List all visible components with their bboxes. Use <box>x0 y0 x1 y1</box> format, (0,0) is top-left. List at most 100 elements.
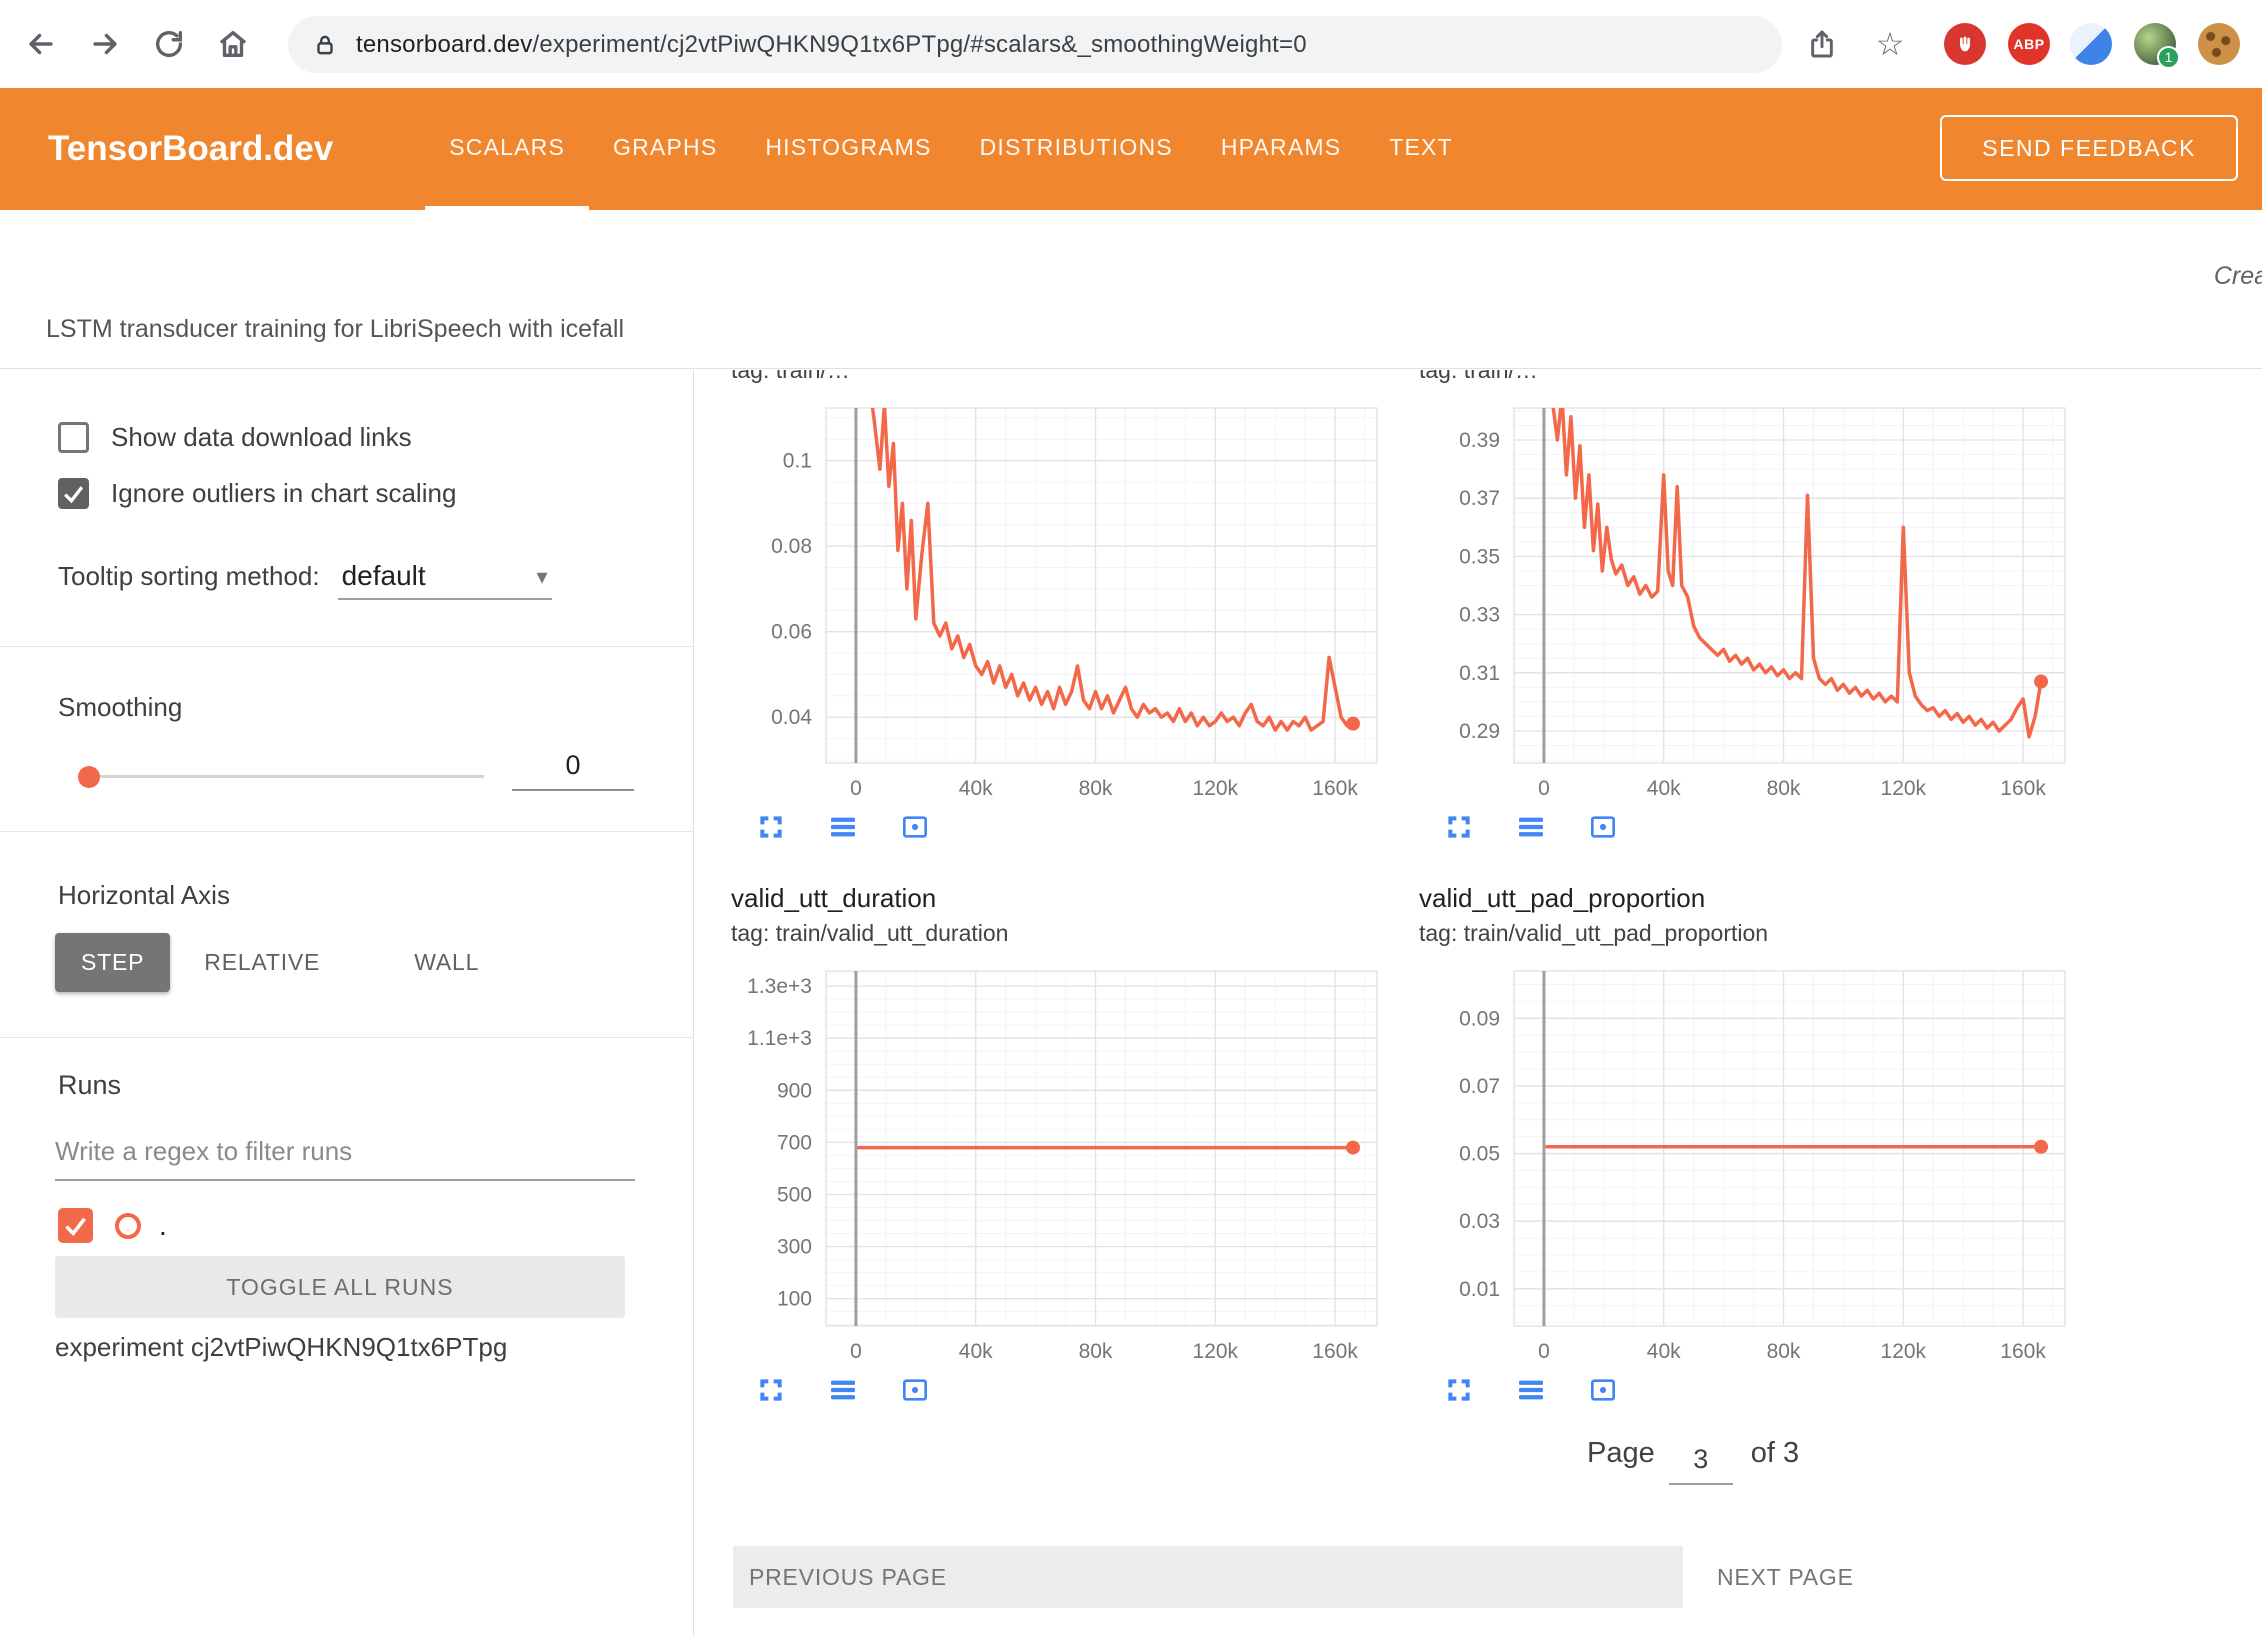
svg-text:40k: 40k <box>1647 1340 1681 1363</box>
fit-domain-button[interactable] <box>899 1372 935 1408</box>
tab-hparams[interactable]: HPARAMS <box>1197 88 1365 210</box>
data-series-button[interactable] <box>1515 1372 1551 1408</box>
expand-chart-button[interactable] <box>1443 809 1479 845</box>
send-feedback-button[interactable]: SEND FEEDBACK <box>1940 115 2238 181</box>
fit-domain-button[interactable] <box>899 809 935 845</box>
tooltip-sorting-dropdown[interactable]: default ▾ <box>338 558 552 600</box>
svg-text:900: 900 <box>777 1079 812 1102</box>
chart-title: valid_utt_duration <box>731 879 1403 917</box>
tab-distributions[interactable]: DISTRIBUTIONS <box>956 88 1197 210</box>
data-series-button[interactable] <box>1515 809 1551 845</box>
main-nav: SCALARS GRAPHS HISTOGRAMS DISTRIBUTIONS … <box>425 88 1477 210</box>
line-chart[interactable]: 040k80k120k160k0.010.030.050.070.09 <box>1419 963 2079 1368</box>
data-series-button[interactable] <box>827 1372 863 1408</box>
chart-card: valid_utt_pad_proportion tag: train/vali… <box>1419 879 2091 1408</box>
address-bar[interactable]: tensorboard.dev/experiment/cj2vtPiwQHKN9… <box>288 16 1782 73</box>
data-series-button[interactable] <box>827 809 863 845</box>
svg-text:40k: 40k <box>959 777 993 800</box>
tab-histograms[interactable]: HISTOGRAMS <box>741 88 955 210</box>
app-header: TensorBoard.dev SCALARS GRAPHS HISTOGRAM… <box>0 88 2262 210</box>
svg-text:40k: 40k <box>959 1340 993 1363</box>
chart-card: valid_utt_duration tag: train/valid_utt_… <box>731 879 1403 1408</box>
share-button[interactable] <box>1806 24 1846 64</box>
app-logo: TensorBoard.dev <box>48 129 333 169</box>
checkbox-unchecked[interactable] <box>58 422 89 453</box>
series-list-icon <box>827 811 859 843</box>
adblock-extension-icon[interactable] <box>1944 23 1986 65</box>
line-chart[interactable]: 040k80k120k160k1003005007009001.1e+31.3e… <box>731 963 1391 1368</box>
toggle-all-runs-button[interactable]: TOGGLE ALL RUNS <box>55 1256 625 1318</box>
ignore-outliers-checkbox-row[interactable]: Ignore outliers in chart scaling <box>58 478 456 509</box>
checkmark-icon <box>61 481 86 506</box>
divider <box>0 1037 693 1038</box>
page-number-input[interactable] <box>1669 1438 1733 1485</box>
page-label: Page <box>1587 1437 1655 1470</box>
expand-chart-button[interactable] <box>1443 1372 1479 1408</box>
smoothing-slider[interactable] <box>80 766 484 788</box>
run-color-swatch <box>115 1213 141 1239</box>
chart-tag: tag: train/… <box>731 370 1403 386</box>
fit-domain-button[interactable] <box>1587 809 1623 845</box>
svg-text:80k: 80k <box>1767 777 1801 800</box>
run-list-item[interactable]: . <box>58 1208 167 1243</box>
svg-text:0.03: 0.03 <box>1459 1210 1500 1233</box>
svg-text:0: 0 <box>850 777 862 800</box>
svg-text:0: 0 <box>1538 777 1550 800</box>
back-arrow-icon <box>24 27 58 61</box>
show-download-links-checkbox-row[interactable]: Show data download links <box>58 422 412 453</box>
next-page-button[interactable]: NEXT PAGE <box>1701 1546 1870 1608</box>
svg-text:160k: 160k <box>2000 1340 2046 1363</box>
star-icon: ☆ <box>1876 26 1905 62</box>
browser-home-button[interactable] <box>216 22 260 66</box>
svg-text:120k: 120k <box>1881 1340 1927 1363</box>
checkbox-label: Ignore outliers in chart scaling <box>111 478 456 509</box>
svg-text:80k: 80k <box>1079 777 1113 800</box>
smoothing-value-input[interactable] <box>512 746 634 791</box>
fit-domain-button[interactable] <box>1587 1372 1623 1408</box>
profile-avatar[interactable]: 1 <box>2134 23 2176 65</box>
smoothing-label: Smoothing <box>58 692 182 723</box>
svg-text:0.29: 0.29 <box>1459 720 1500 743</box>
tab-text[interactable]: TEXT <box>1365 88 1477 210</box>
expand-chart-button[interactable] <box>755 809 791 845</box>
line-chart[interactable]: 040k80k120k160k0.290.310.330.350.370.39 <box>1419 400 2079 805</box>
svg-text:0.06: 0.06 <box>771 621 812 644</box>
bookmark-star-button[interactable]: ☆ <box>1870 24 1910 64</box>
slider-thumb[interactable] <box>78 766 100 788</box>
series-list-icon <box>827 1374 859 1406</box>
axis-step-button[interactable]: STEP <box>55 933 170 992</box>
chart-title: valid_utt_pad_proportion <box>1419 879 2091 917</box>
slider-track[interactable] <box>80 775 484 778</box>
share-icon <box>1806 28 1838 60</box>
tab-graphs[interactable]: GRAPHS <box>589 88 741 210</box>
axis-wall-button[interactable]: WALL <box>388 933 505 992</box>
svg-text:0.08: 0.08 <box>771 535 812 558</box>
checkbox-label: Show data download links <box>111 422 412 453</box>
chevron-down-icon: ▾ <box>537 564 548 590</box>
blue-extension-icon[interactable] <box>2070 23 2112 65</box>
lock-icon <box>312 32 338 58</box>
runs-filter-input[interactable] <box>55 1130 635 1181</box>
expand-chart-button[interactable] <box>755 1372 791 1408</box>
created-text-truncated: Crea <box>2214 262 2262 291</box>
svg-text:0: 0 <box>850 1340 862 1363</box>
tab-scalars[interactable]: SCALARS <box>425 88 589 210</box>
divider <box>0 831 693 832</box>
checkbox-checked[interactable] <box>58 478 89 509</box>
run-checkbox-checked[interactable] <box>58 1208 93 1243</box>
chart-tag: tag: train/valid_utt_duration <box>731 917 1403 949</box>
fit-domain-icon <box>1587 1374 1619 1406</box>
browser-back-button[interactable] <box>24 22 68 66</box>
forward-arrow-icon <box>88 27 122 61</box>
previous-page-button[interactable]: PREVIOUS PAGE <box>733 1546 1683 1608</box>
line-chart[interactable]: 040k80k120k160k0.040.060.080.1 <box>731 400 1391 805</box>
cookie-extension-icon[interactable] <box>2198 23 2240 65</box>
svg-text:0.05: 0.05 <box>1459 1143 1500 1166</box>
svg-text:0.04: 0.04 <box>771 706 812 729</box>
svg-text:700: 700 <box>777 1131 812 1154</box>
axis-relative-button[interactable]: RELATIVE <box>178 933 346 992</box>
abp-extension-icon[interactable]: ABP <box>2008 23 2050 65</box>
browser-forward-button[interactable] <box>88 22 132 66</box>
chart-tag: tag: train/valid_utt_pad_proportion <box>1419 917 2091 949</box>
browser-reload-button[interactable] <box>152 22 196 66</box>
